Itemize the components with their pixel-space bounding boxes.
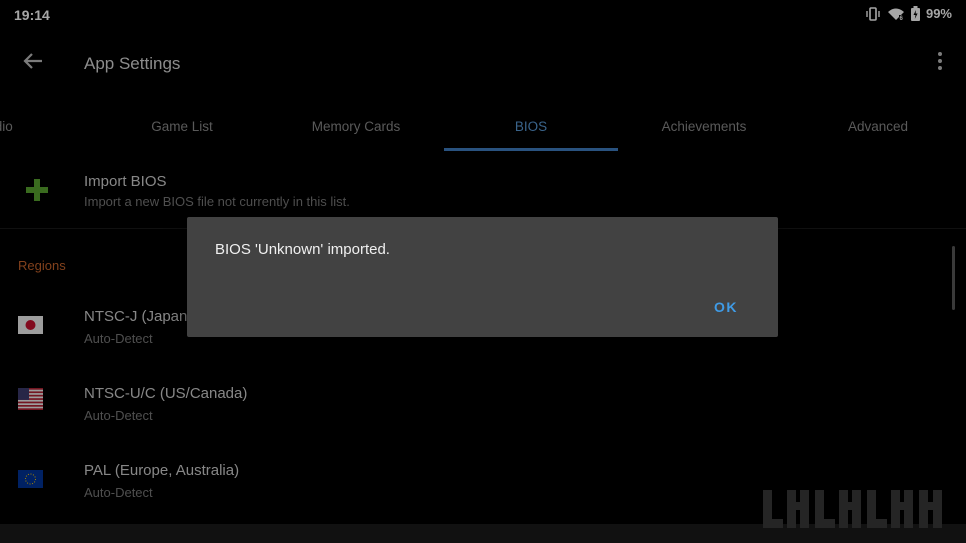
dialog-message: BIOS 'Unknown' imported. (215, 241, 390, 258)
ok-button[interactable]: OK (702, 295, 750, 319)
alert-dialog: BIOS 'Unknown' imported. OK (187, 217, 778, 337)
